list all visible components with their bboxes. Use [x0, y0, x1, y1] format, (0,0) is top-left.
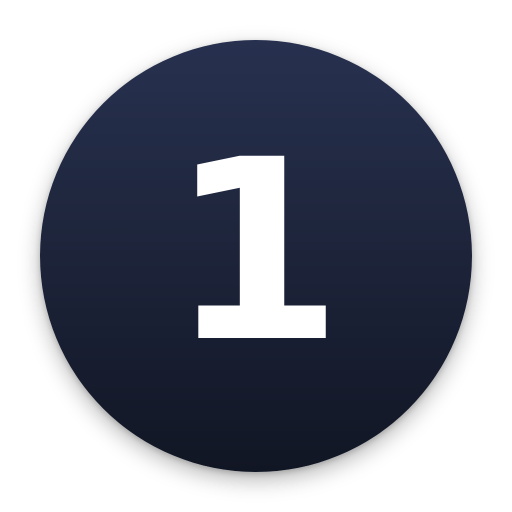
canvas: 1	[0, 0, 512, 512]
number-badge: 1	[40, 40, 472, 472]
badge-number: 1	[169, 106, 343, 397]
